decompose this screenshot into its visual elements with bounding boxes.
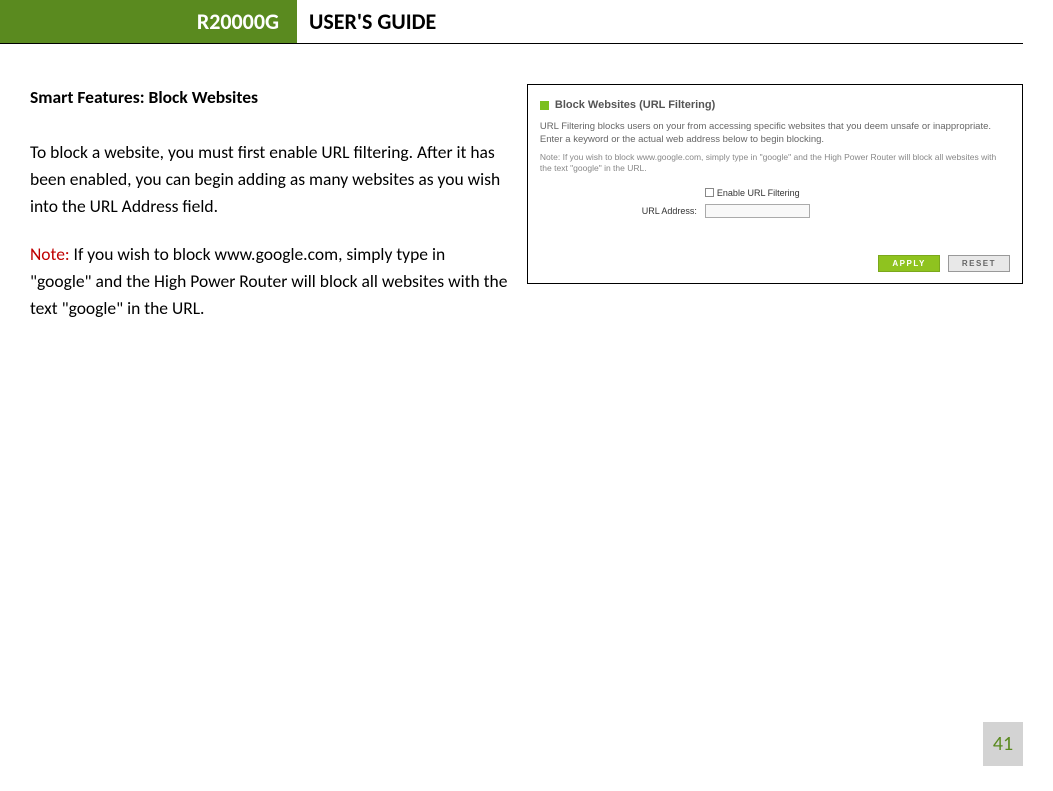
paragraph-note: Note: If you wish to block www.google.co… — [30, 241, 509, 322]
apply-button[interactable]: APPLY — [878, 255, 939, 272]
section-title: Smart Features: Block Websites — [30, 84, 509, 111]
panel-note: Note: If you wish to block www.google.co… — [540, 152, 1010, 174]
content-area: Smart Features: Block Websites To block … — [0, 44, 1053, 342]
panel-title-row: Block Websites (URL Filtering) — [540, 99, 1010, 111]
embedded-screenshot: Block Websites (URL Filtering) URL Filte… — [527, 84, 1023, 284]
panel-title: Block Websites (URL Filtering) — [555, 99, 715, 111]
note-label: Note: — [30, 243, 70, 265]
page-number: 41 — [983, 722, 1023, 766]
paragraph-1: To block a website, you must first enabl… — [30, 139, 509, 220]
panel-description: URL Filtering blocks users on your from … — [540, 121, 1010, 147]
url-address-input[interactable] — [705, 204, 810, 218]
bullet-icon — [540, 101, 549, 110]
reset-button[interactable]: RESET — [948, 255, 1010, 272]
url-label: URL Address: — [540, 206, 705, 216]
note-text: If you wish to block www.google.com, sim… — [30, 243, 507, 319]
text-column: Smart Features: Block Websites To block … — [30, 84, 509, 342]
enable-row: Enable URL Filtering — [540, 188, 1010, 198]
header-bar: R20000G USER'S GUIDE — [0, 0, 1023, 44]
button-row: APPLY RESET — [878, 255, 1010, 272]
enable-label: Enable URL Filtering — [717, 188, 800, 198]
model-badge: R20000G — [0, 0, 297, 43]
guide-title: USER'S GUIDE — [297, 8, 436, 35]
url-row: URL Address: — [540, 204, 1010, 218]
enable-checkbox[interactable] — [705, 188, 714, 197]
